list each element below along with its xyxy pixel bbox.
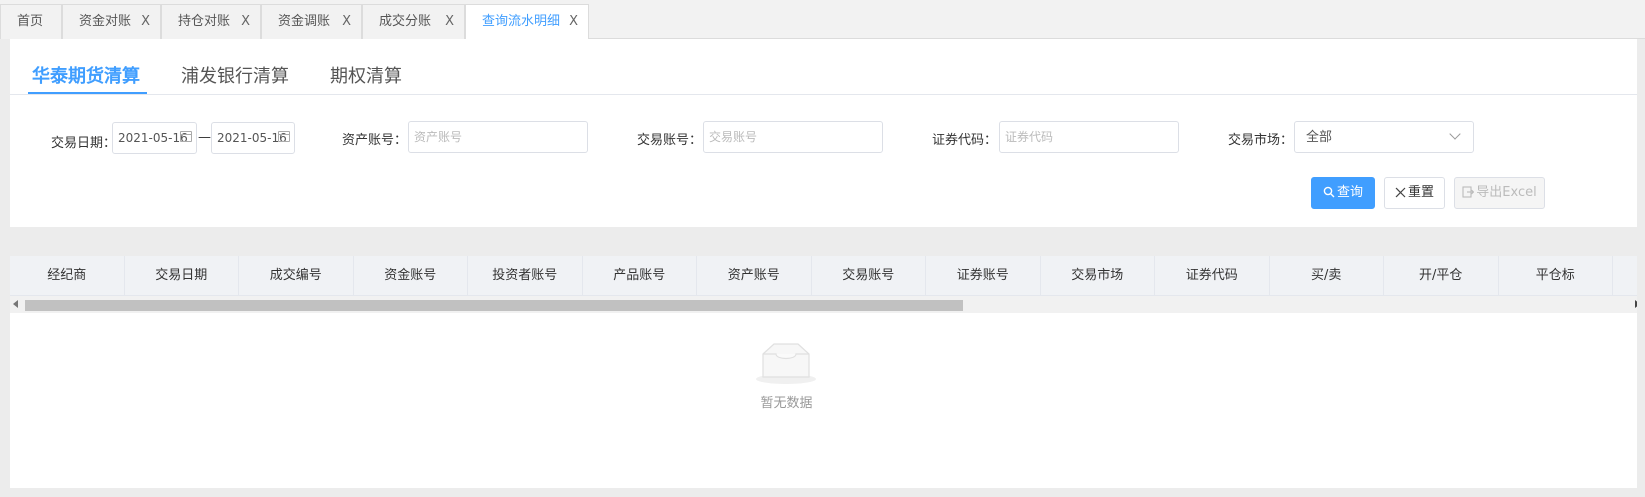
trade-date-label: 交易日期：: [51, 136, 117, 151]
tab-fund-reconcile[interactable]: 资金对账 X: [62, 4, 161, 39]
close-icon[interactable]: X: [569, 5, 578, 38]
export-button-label: 导出Excel: [1476, 185, 1537, 200]
column-header: 开/平仓: [1384, 256, 1499, 295]
column-header: 交易账号: [812, 256, 926, 295]
filter-panel: 华泰期货清算 浦发银行清算 期权清算 交易日期： 2021-05-16 — 20…: [10, 39, 1643, 227]
subtab-spdb-bank[interactable]: 浦发银行清算: [181, 62, 289, 88]
empty-state-text: 暂无数据: [760, 396, 813, 411]
tab-label: 查询流水明细: [482, 14, 561, 29]
security-code-label: 证券代码：: [932, 133, 998, 148]
column-header: 买/卖: [1270, 256, 1384, 295]
column-header: 资金账号: [354, 256, 468, 295]
horizontal-scrollbar[interactable]: [10, 296, 1643, 313]
market-select-value: 全部: [1306, 130, 1333, 145]
tab-fund-adjust[interactable]: 资金调账 X: [261, 4, 362, 39]
chevron-down-icon: [1449, 128, 1461, 140]
trade-account-label: 交易账号：: [637, 133, 703, 148]
tab-label: 资金调账: [278, 14, 331, 29]
subtab-huatai-futures[interactable]: 华泰期货清算: [32, 62, 140, 88]
scroll-left-icon[interactable]: [13, 300, 18, 308]
market-label: 交易市场：: [1228, 133, 1294, 148]
column-header: 平仓标: [1499, 256, 1613, 295]
tab-home[interactable]: 首页: [0, 4, 62, 39]
tab-label: 持仓对账: [178, 14, 231, 29]
close-icon: [1395, 187, 1406, 198]
column-header: 资产账号: [697, 256, 812, 295]
table-header: 经纪商 交易日期 成交编号 资金账号 投资者账号 产品账号 资产账号 交易账号 证券账号 交易市场…: [10, 256, 1643, 296]
start-date-picker[interactable]: 2021-05-16: [112, 122, 197, 154]
result-table: 经纪商 交易日期 成交编号 资金账号 投资者账号 产品账号 资产账号 交易账号 证券账号 交易市场…: [10, 256, 1643, 488]
tab-trade-split[interactable]: 成交分账 X: [362, 4, 465, 39]
column-header: 成交编号: [239, 256, 354, 295]
asset-account-input[interactable]: 资产账号: [408, 121, 588, 153]
end-date-picker[interactable]: 2021-05-16: [211, 122, 295, 154]
column-header: 经纪商: [10, 256, 125, 295]
export-icon: [1462, 186, 1475, 198]
calendar-icon: [278, 131, 290, 142]
column-header: 证券账号: [926, 256, 1041, 295]
subtab-divider: [10, 94, 1643, 95]
search-icon: [1323, 186, 1335, 198]
close-icon[interactable]: X: [445, 5, 454, 38]
reset-button-label: 重置: [1407, 185, 1434, 200]
asset-account-label: 资产账号：: [342, 133, 408, 148]
page-tab-bar: 首页 资金对账 X 持仓对账 X 资金调账 X 成交分账 X 查询流水明细 X: [0, 0, 1645, 40]
page-vertical-scrollbar[interactable]: [1637, 39, 1645, 497]
close-icon[interactable]: X: [342, 5, 351, 38]
query-button-label: 查询: [1336, 185, 1363, 200]
trade-account-input[interactable]: 交易账号: [703, 121, 883, 153]
tab-label: 成交分账: [379, 14, 432, 29]
tab-label: 资金对账: [79, 14, 132, 29]
column-header: 产品账号: [583, 256, 697, 295]
empty-box-icon: [756, 343, 816, 384]
trade-account-placeholder: 交易账号: [709, 130, 758, 144]
export-excel-button[interactable]: 导出Excel: [1454, 177, 1545, 209]
column-header: 交易日期: [125, 256, 239, 295]
reset-button[interactable]: 重置: [1384, 177, 1445, 209]
column-header: 证券代码: [1155, 256, 1270, 295]
date-range-separator: —: [198, 130, 211, 145]
column-header: 投资者账号: [468, 256, 583, 295]
market-select[interactable]: 全部: [1294, 121, 1474, 153]
query-button[interactable]: 查询: [1311, 177, 1375, 209]
start-date-value: 2021-05-16: [118, 131, 188, 145]
tab-label: 首页: [17, 14, 44, 29]
end-date-value: 2021-05-16: [217, 131, 287, 145]
close-icon[interactable]: X: [141, 5, 150, 38]
column-header: 交易市场: [1041, 256, 1155, 295]
subtab-options[interactable]: 期权清算: [330, 62, 402, 88]
scrollbar-thumb[interactable]: [25, 300, 963, 311]
security-code-placeholder: 证券代码: [1005, 130, 1054, 144]
calendar-icon: [180, 131, 192, 142]
tab-query-flow-detail[interactable]: 查询流水明细 X: [465, 4, 589, 40]
asset-account-placeholder: 资产账号: [414, 130, 463, 144]
tab-position-reconcile[interactable]: 持仓对账 X: [161, 4, 261, 39]
close-icon[interactable]: X: [241, 5, 250, 38]
security-code-input[interactable]: 证券代码: [999, 121, 1179, 153]
